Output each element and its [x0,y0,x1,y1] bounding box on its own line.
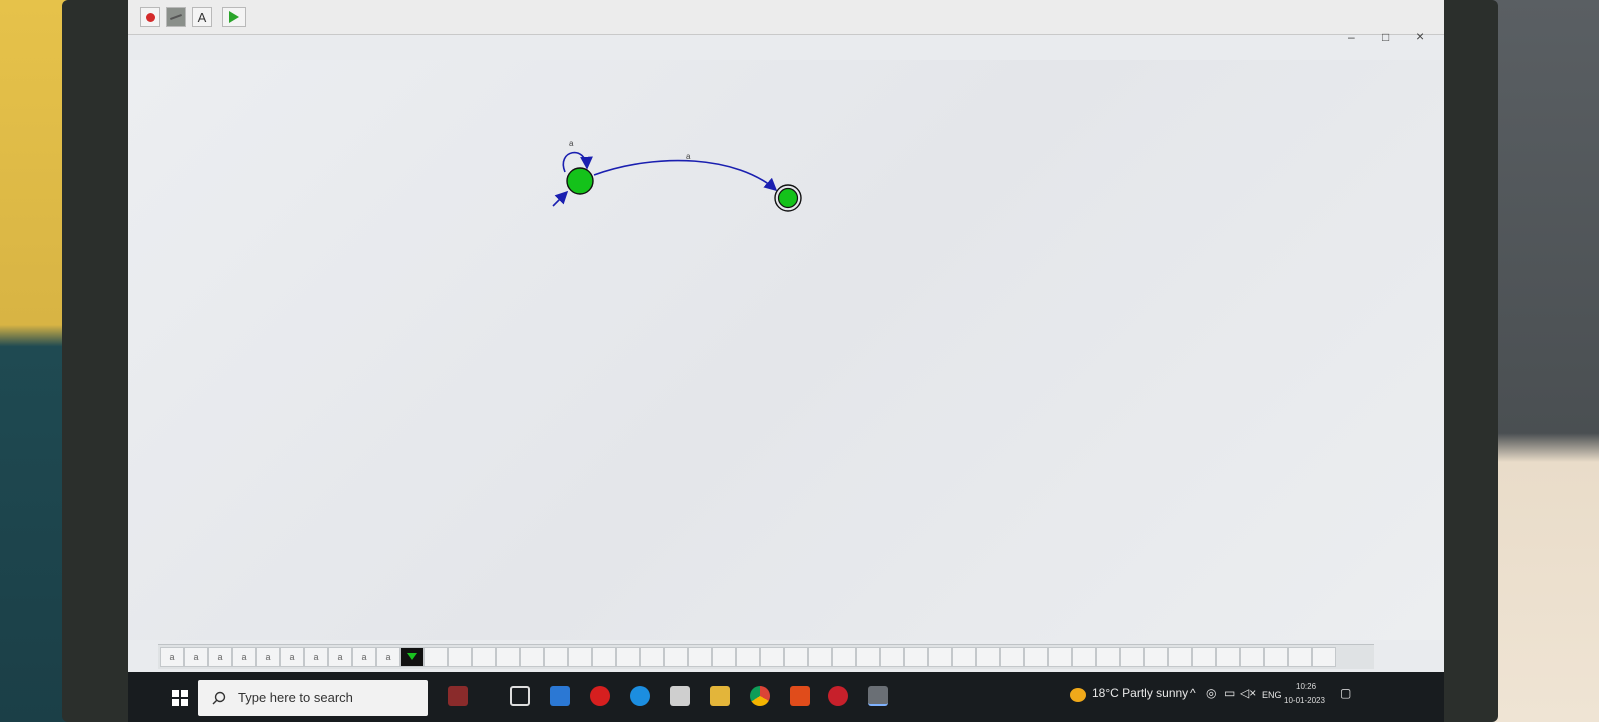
tape-cell [664,647,688,667]
transition-label-q0-q1: a [686,152,691,161]
weather-icon[interactable] [1070,688,1086,702]
tape-cell: a [304,647,328,667]
mail-icon[interactable] [550,686,570,706]
edge-draw-icon[interactable] [166,7,186,27]
tray-chevron-icon[interactable]: ^ [1190,686,1196,700]
store-icon[interactable] [670,686,690,706]
tape-cell [568,647,592,667]
tape-head-cell [400,647,424,667]
app-icon[interactable] [828,686,848,706]
search-placeholder: Type here to search [238,690,353,705]
task-view-icon[interactable] [510,686,530,706]
tape-cell [1312,647,1336,667]
opera-icon[interactable] [590,686,610,706]
matlab-icon[interactable] [790,686,810,706]
windows-start-icon[interactable] [172,690,188,706]
record-dot-icon[interactable] [140,7,160,27]
tape-cell: a [160,647,184,667]
tape-cell [616,647,640,667]
tape-cell [760,647,784,667]
tape-cell [856,647,880,667]
tape-cell [472,647,496,667]
maximize-button[interactable]: □ [1382,30,1389,44]
screen: A – □ × a a a a a a a a a a a a Type her… [128,0,1444,722]
network-icon[interactable]: ◎ [1206,686,1216,700]
tape-cell [976,647,1000,667]
input-tape: aaaaaaaaaa [158,644,1374,669]
state-q1[interactable] [777,187,799,209]
tape-cell [928,647,952,667]
tape-cell [592,647,616,667]
tape-cell [1216,647,1240,667]
tape-cell: a [232,647,256,667]
tape-cell: a [208,647,232,667]
text-tool-icon[interactable]: A [192,7,212,27]
tape-cell [1120,647,1144,667]
tape-cell: a [280,647,304,667]
tape-cell [952,647,976,667]
tape-cell: a [376,647,400,667]
tape-cell [424,647,448,667]
self-loop-label: a [569,139,574,148]
tape-cell [448,647,472,667]
tape-cell [712,647,736,667]
tape-cell: a [352,647,376,667]
java-app-icon[interactable] [868,686,888,706]
play-glyph [229,11,239,23]
tape-head-icon [407,653,417,660]
text-tool-label: A [197,9,207,25]
tape-cell [1288,647,1312,667]
tape-cell [808,647,832,667]
chrome-icon[interactable] [750,686,770,706]
tape-cell [1192,647,1216,667]
taskbar: Type here to search 18°C Partly sunny ^ … [128,672,1444,722]
tape-cell [496,647,520,667]
close-button[interactable]: × [1416,28,1424,44]
tape-cell [832,647,856,667]
tape-cell: a [256,647,280,667]
search-icon [212,691,226,705]
toolbar: A [128,0,1444,35]
tape-cell [1144,647,1168,667]
tape-cell: a [184,647,208,667]
minimize-button[interactable]: – [1348,30,1355,44]
tape-cell [736,647,760,667]
notification-icon[interactable]: ▢ [1340,686,1351,700]
tape-cell [1072,647,1096,667]
edge-browser-icon[interactable] [630,686,650,706]
clock-date[interactable]: 10-01-2023 [1284,696,1325,705]
language-indicator[interactable]: ENG [1262,690,1282,700]
automaton-canvas[interactable]: a a [128,60,1444,640]
play-run-icon[interactable] [222,7,246,27]
tape-cell [880,647,904,667]
tape-cell [1048,647,1072,667]
tape-cell [640,647,664,667]
tape-cell [1096,647,1120,667]
automaton-diagram: a a [552,139,802,212]
battery-icon[interactable]: ▭ [1224,686,1235,700]
transition-edge-q0-q1 [593,159,778,192]
tape-cell [904,647,928,667]
search-highlight-icon[interactable] [448,686,468,706]
tape-cell [784,647,808,667]
state-q0[interactable] [566,167,594,195]
tape-cell [1024,647,1048,667]
volume-icon[interactable]: ◁× [1240,686,1256,700]
tape-cell [1000,647,1024,667]
weather-text[interactable]: 18°C Partly sunny [1092,686,1188,700]
clock-time[interactable]: 10:26 [1296,682,1316,691]
initial-arrow [552,190,569,207]
tape-cell [688,647,712,667]
file-explorer-icon[interactable] [710,686,730,706]
taskbar-search[interactable]: Type here to search [198,680,428,716]
tape-cell: a [328,647,352,667]
tape-cell [544,647,568,667]
tape-cell [1240,647,1264,667]
tape-cell [520,647,544,667]
tape-cell [1168,647,1192,667]
tape-cell [1264,647,1288,667]
